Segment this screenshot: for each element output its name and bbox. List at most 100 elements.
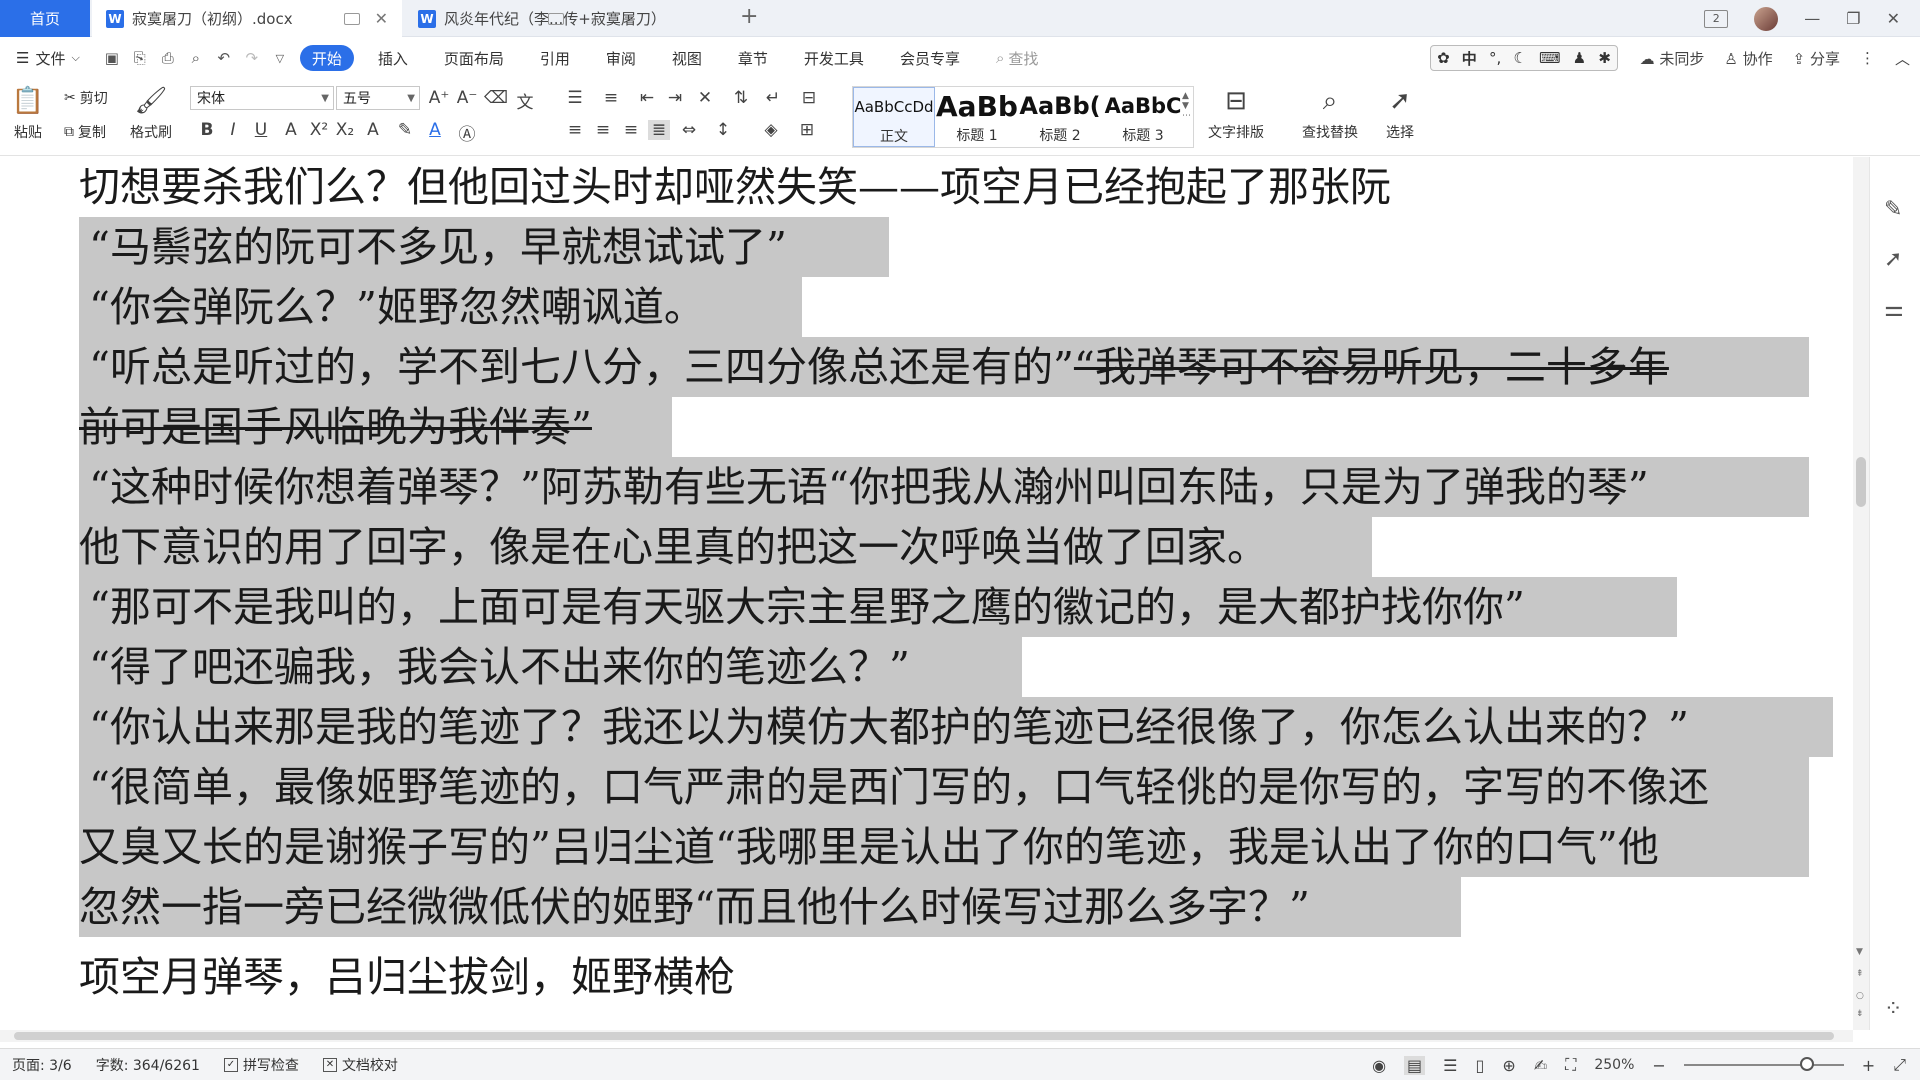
ime-toolbar[interactable]: ✿ 中 °, ☾ ⌨ ♟ ✱: [1430, 45, 1618, 71]
word-count[interactable]: 字数: 364/6261: [96, 1055, 200, 1075]
tab-document-active[interactable]: W 寂寞屠刀（初纲）.docx ✕: [92, 0, 402, 37]
tab-home[interactable]: 首页: [0, 0, 90, 37]
text-effect-icon[interactable]: A: [362, 120, 384, 140]
bold-icon[interactable]: B: [196, 120, 218, 140]
page-view-icon[interactable]: ▤: [1404, 1055, 1426, 1075]
print-preview-icon[interactable]: ⌕: [185, 47, 207, 69]
subscript-icon[interactable]: X₂: [334, 120, 356, 140]
spell-check-button[interactable]: ✓ 拼写检查: [223, 1055, 299, 1075]
underline-icon[interactable]: U: [250, 120, 272, 140]
horizontal-scroll-thumb[interactable]: [14, 1032, 1834, 1040]
decrease-indent-icon[interactable]: ⇤: [636, 88, 658, 108]
write-mode-icon[interactable]: ✍: [1534, 1056, 1547, 1075]
align-right-icon[interactable]: ≡: [620, 120, 642, 140]
share-button[interactable]: ⇪ 分享: [1793, 48, 1840, 69]
more-icon[interactable]: ⋮: [1860, 49, 1875, 67]
new-tab-button[interactable]: +: [740, 4, 758, 29]
menu-page-layout[interactable]: 页面布局: [426, 45, 522, 71]
dots-icon[interactable]: ⁘: [1884, 997, 1902, 1022]
zoom-level[interactable]: 250%: [1594, 1057, 1634, 1073]
next-page-icon[interactable]: ⇟: [1856, 1009, 1864, 1019]
customize-icon[interactable]: ▽: [269, 47, 291, 69]
italic-icon[interactable]: I: [222, 120, 244, 140]
zoom-out-button[interactable]: −: [1652, 1056, 1665, 1075]
highlight-icon[interactable]: ✎: [394, 120, 416, 140]
zoom-slider-knob[interactable]: [1799, 1057, 1814, 1071]
horizontal-scrollbar[interactable]: [0, 1030, 1853, 1042]
find-replace-button[interactable]: ⌕ 查找替换: [1302, 84, 1358, 142]
restore-button[interactable]: ❐: [1846, 9, 1860, 28]
text-layout-button[interactable]: ⊟ 文字排版: [1208, 84, 1264, 142]
borders-icon[interactable]: ⊞: [796, 120, 818, 140]
paste-button[interactable]: 📋 粘贴: [12, 84, 44, 142]
superscript-icon[interactable]: X²: [308, 120, 330, 140]
fullscreen-icon[interactable]: ⤢: [1893, 1055, 1906, 1075]
close-tab-icon[interactable]: ✕: [375, 9, 388, 28]
justify-icon[interactable]: ≣: [648, 120, 670, 140]
file-menu[interactable]: ☰ 文件 ⌵: [0, 45, 98, 71]
undo-icon[interactable]: ↶: [213, 47, 235, 69]
increase-indent-icon[interactable]: ⇥: [664, 88, 686, 108]
styles-scroll-icon[interactable]: ▲ ▼ ⋯: [1182, 91, 1191, 121]
minimize-button[interactable]: —: [1804, 9, 1820, 28]
menu-developer[interactable]: 开发工具: [786, 45, 882, 71]
document-canvas[interactable]: 切想要杀我们么？但他回过头时却哑然失笑——项空月已经抱起了那张阮 “马鬃弦的阮可…: [0, 157, 1853, 1030]
zoom-slider[interactable]: [1683, 1057, 1844, 1071]
shrink-font-icon[interactable]: A⁻: [456, 88, 478, 108]
window-count-icon[interactable]: 2: [1704, 9, 1729, 28]
chinese-layout-icon[interactable]: ✕: [694, 88, 716, 108]
tab-document-2[interactable]: W 风炎年代纪（李...传+寂寞屠刀）: [404, 0, 714, 37]
phonetic-icon[interactable]: 文: [514, 88, 536, 113]
align-left-icon[interactable]: ≡: [564, 120, 586, 140]
show-marks-icon[interactable]: ↵: [762, 88, 784, 108]
style-heading-2[interactable]: AaBb( 标题 2: [1019, 87, 1101, 147]
table-lines-icon[interactable]: ⊟: [798, 88, 820, 108]
menu-references[interactable]: 引用: [522, 45, 588, 71]
eye-protect-icon[interactable]: ◉: [1372, 1056, 1386, 1075]
copy-button[interactable]: ⧉ 复制: [64, 122, 106, 142]
cut-button[interactable]: ✂ 剪切: [64, 88, 108, 108]
collab-button[interactable]: ♙ 协作: [1724, 48, 1772, 69]
menu-section[interactable]: 章节: [720, 45, 786, 71]
format-painter-button[interactable]: 🖌 格式刷: [130, 84, 172, 142]
browse-object-icon[interactable]: ○: [1856, 991, 1864, 1001]
vertical-scrollbar[interactable]: ▼ ⇞ ○ ⇟: [1853, 157, 1869, 1030]
menu-home[interactable]: 开始: [299, 45, 354, 71]
fit-page-icon[interactable]: ⛶: [1565, 1055, 1576, 1075]
export-icon[interactable]: ⎘: [129, 47, 151, 69]
edit-icon[interactable]: ✎: [1884, 197, 1902, 222]
font-family-select[interactable]: 宋体 ▼: [190, 86, 334, 110]
avatar[interactable]: [1754, 6, 1779, 31]
cursor-select-icon[interactable]: ➚: [1884, 247, 1902, 272]
line-spacing-icon[interactable]: ↕: [712, 120, 734, 140]
prev-page-icon[interactable]: ⇞: [1856, 969, 1864, 979]
print-icon[interactable]: ⎙: [157, 47, 179, 69]
align-center-icon[interactable]: ≡: [592, 120, 614, 140]
char-border-icon[interactable]: Ⓐ: [456, 120, 478, 145]
menu-view[interactable]: 视图: [654, 45, 720, 71]
save-icon[interactable]: ▣: [101, 47, 123, 69]
grow-font-icon[interactable]: A⁺: [428, 88, 450, 108]
outline-view-icon[interactable]: ☰: [1443, 1056, 1457, 1075]
monitor-icon[interactable]: [344, 12, 360, 25]
style-heading-3[interactable]: AaBbC 标题 3: [1102, 87, 1184, 147]
collapse-ribbon-icon[interactable]: ︿: [1895, 48, 1910, 69]
strikethrough-icon[interactable]: A: [280, 120, 302, 140]
monitor-icon[interactable]: [548, 12, 564, 25]
proofread-button[interactable]: ✕ 文档校对: [322, 1055, 398, 1075]
menu-insert[interactable]: 插入: [360, 45, 426, 71]
zoom-in-button[interactable]: +: [1862, 1056, 1875, 1075]
sort-icon[interactable]: ⇅: [730, 88, 752, 108]
adjust-icon[interactable]: ⚌: [1884, 297, 1904, 322]
redo-icon[interactable]: ↷: [241, 47, 263, 69]
select-button[interactable]: ➚ 选择: [1384, 84, 1416, 142]
page-indicator[interactable]: 页面: 3/6: [12, 1055, 72, 1075]
clear-format-icon[interactable]: ⌫: [484, 88, 508, 108]
search-command[interactable]: ⌕ 查找: [978, 45, 1056, 71]
unsynced-button[interactable]: ☁ 未同步: [1640, 48, 1705, 69]
web-view-icon[interactable]: ⊕: [1502, 1056, 1515, 1075]
distributed-icon[interactable]: ⇔: [678, 120, 700, 140]
style-normal[interactable]: AaBbCcDd 正文: [853, 87, 935, 147]
scroll-down-icon[interactable]: ▼: [1856, 947, 1863, 957]
reading-view-icon[interactable]: ▯: [1476, 1056, 1485, 1075]
